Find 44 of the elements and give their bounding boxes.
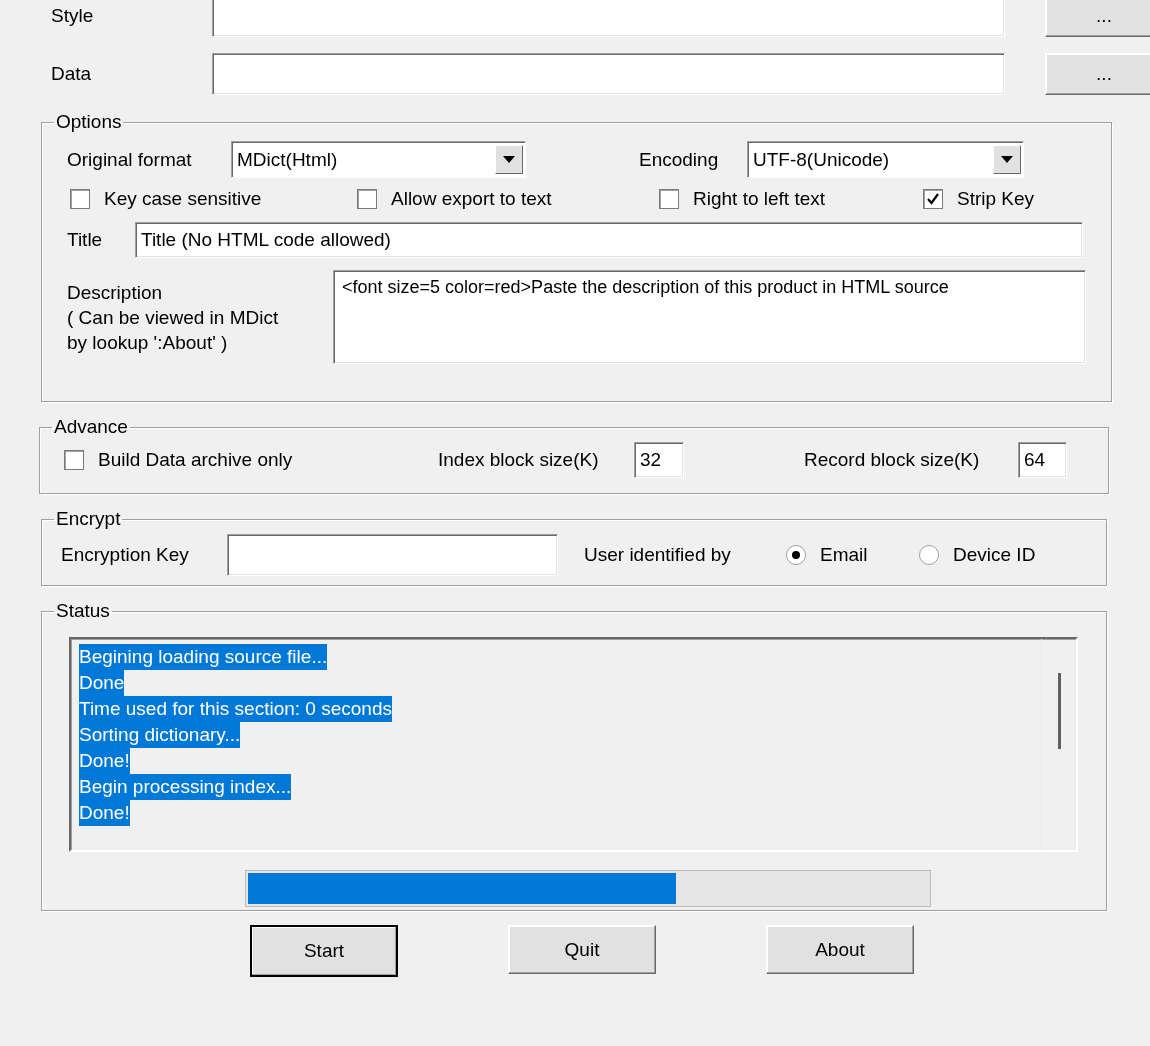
dialog-button[interactable]: Quit xyxy=(508,925,656,974)
radio-button[interactable] xyxy=(919,545,939,565)
browse-button[interactable]: ... xyxy=(1045,53,1150,95)
radio-label: Email xyxy=(820,544,868,566)
path-field[interactable] xyxy=(212,53,1005,95)
field-label: Encoding xyxy=(639,148,720,171)
checkbox[interactable] xyxy=(64,450,84,470)
checkbox-label: Key case sensitive xyxy=(104,188,262,210)
field-label: Data xyxy=(51,63,93,85)
dialog-button[interactable]: About xyxy=(766,925,914,974)
checkbox[interactable] xyxy=(659,189,679,209)
group-title: Status xyxy=(55,600,111,622)
index-size-field[interactable]: 32 xyxy=(634,442,684,478)
checkbox-label: Right to left text xyxy=(693,188,825,210)
group-title: Options xyxy=(55,111,123,133)
dialog-button[interactable]: Start xyxy=(250,925,398,977)
field-label: User identified by xyxy=(584,544,732,566)
field-label: Encryption Key xyxy=(61,544,190,566)
group-title: Encrypt xyxy=(55,508,122,530)
checkbox-label: Allow export to text xyxy=(391,188,552,210)
record-size-field[interactable]: 64 xyxy=(1018,442,1067,478)
encryption-key-field[interactable] xyxy=(227,534,558,576)
field-label: Original format xyxy=(67,148,193,171)
title-field[interactable]: Title (No HTML code allowed) xyxy=(135,222,1083,258)
description-label: Description ( Can be viewed in MDict by lookup ':About' ) xyxy=(67,281,280,355)
field-label: Index block size(K) xyxy=(438,449,600,471)
path-field[interactable] xyxy=(212,0,1005,37)
checkbox[interactable] xyxy=(357,189,377,209)
checkbox-label: Build Data archive only xyxy=(98,449,293,471)
checkbox-label: Strip Key xyxy=(957,188,1035,210)
field-label: Title xyxy=(67,229,104,251)
group-title: Advance xyxy=(53,416,129,438)
description-field[interactable]: <font size=5 color=red>Paste the description of this product in HTML source xyxy=(333,270,1086,364)
format-dropdown[interactable]: MDict(Html) xyxy=(231,141,526,178)
dropdown-caret-icon xyxy=(1001,156,1013,163)
radio-label: Device ID xyxy=(953,544,1036,566)
checkbox[interactable] xyxy=(923,189,943,209)
radio-button[interactable] xyxy=(786,545,806,565)
browse-button[interactable]: ... xyxy=(1045,0,1150,37)
encoding-dropdown[interactable]: UTF-8(Unicode) xyxy=(747,141,1024,178)
field-label: Style xyxy=(51,5,95,27)
field-label: Record block size(K) xyxy=(804,449,981,471)
dropdown-caret-icon xyxy=(503,156,515,163)
checkbox[interactable] xyxy=(70,189,90,209)
